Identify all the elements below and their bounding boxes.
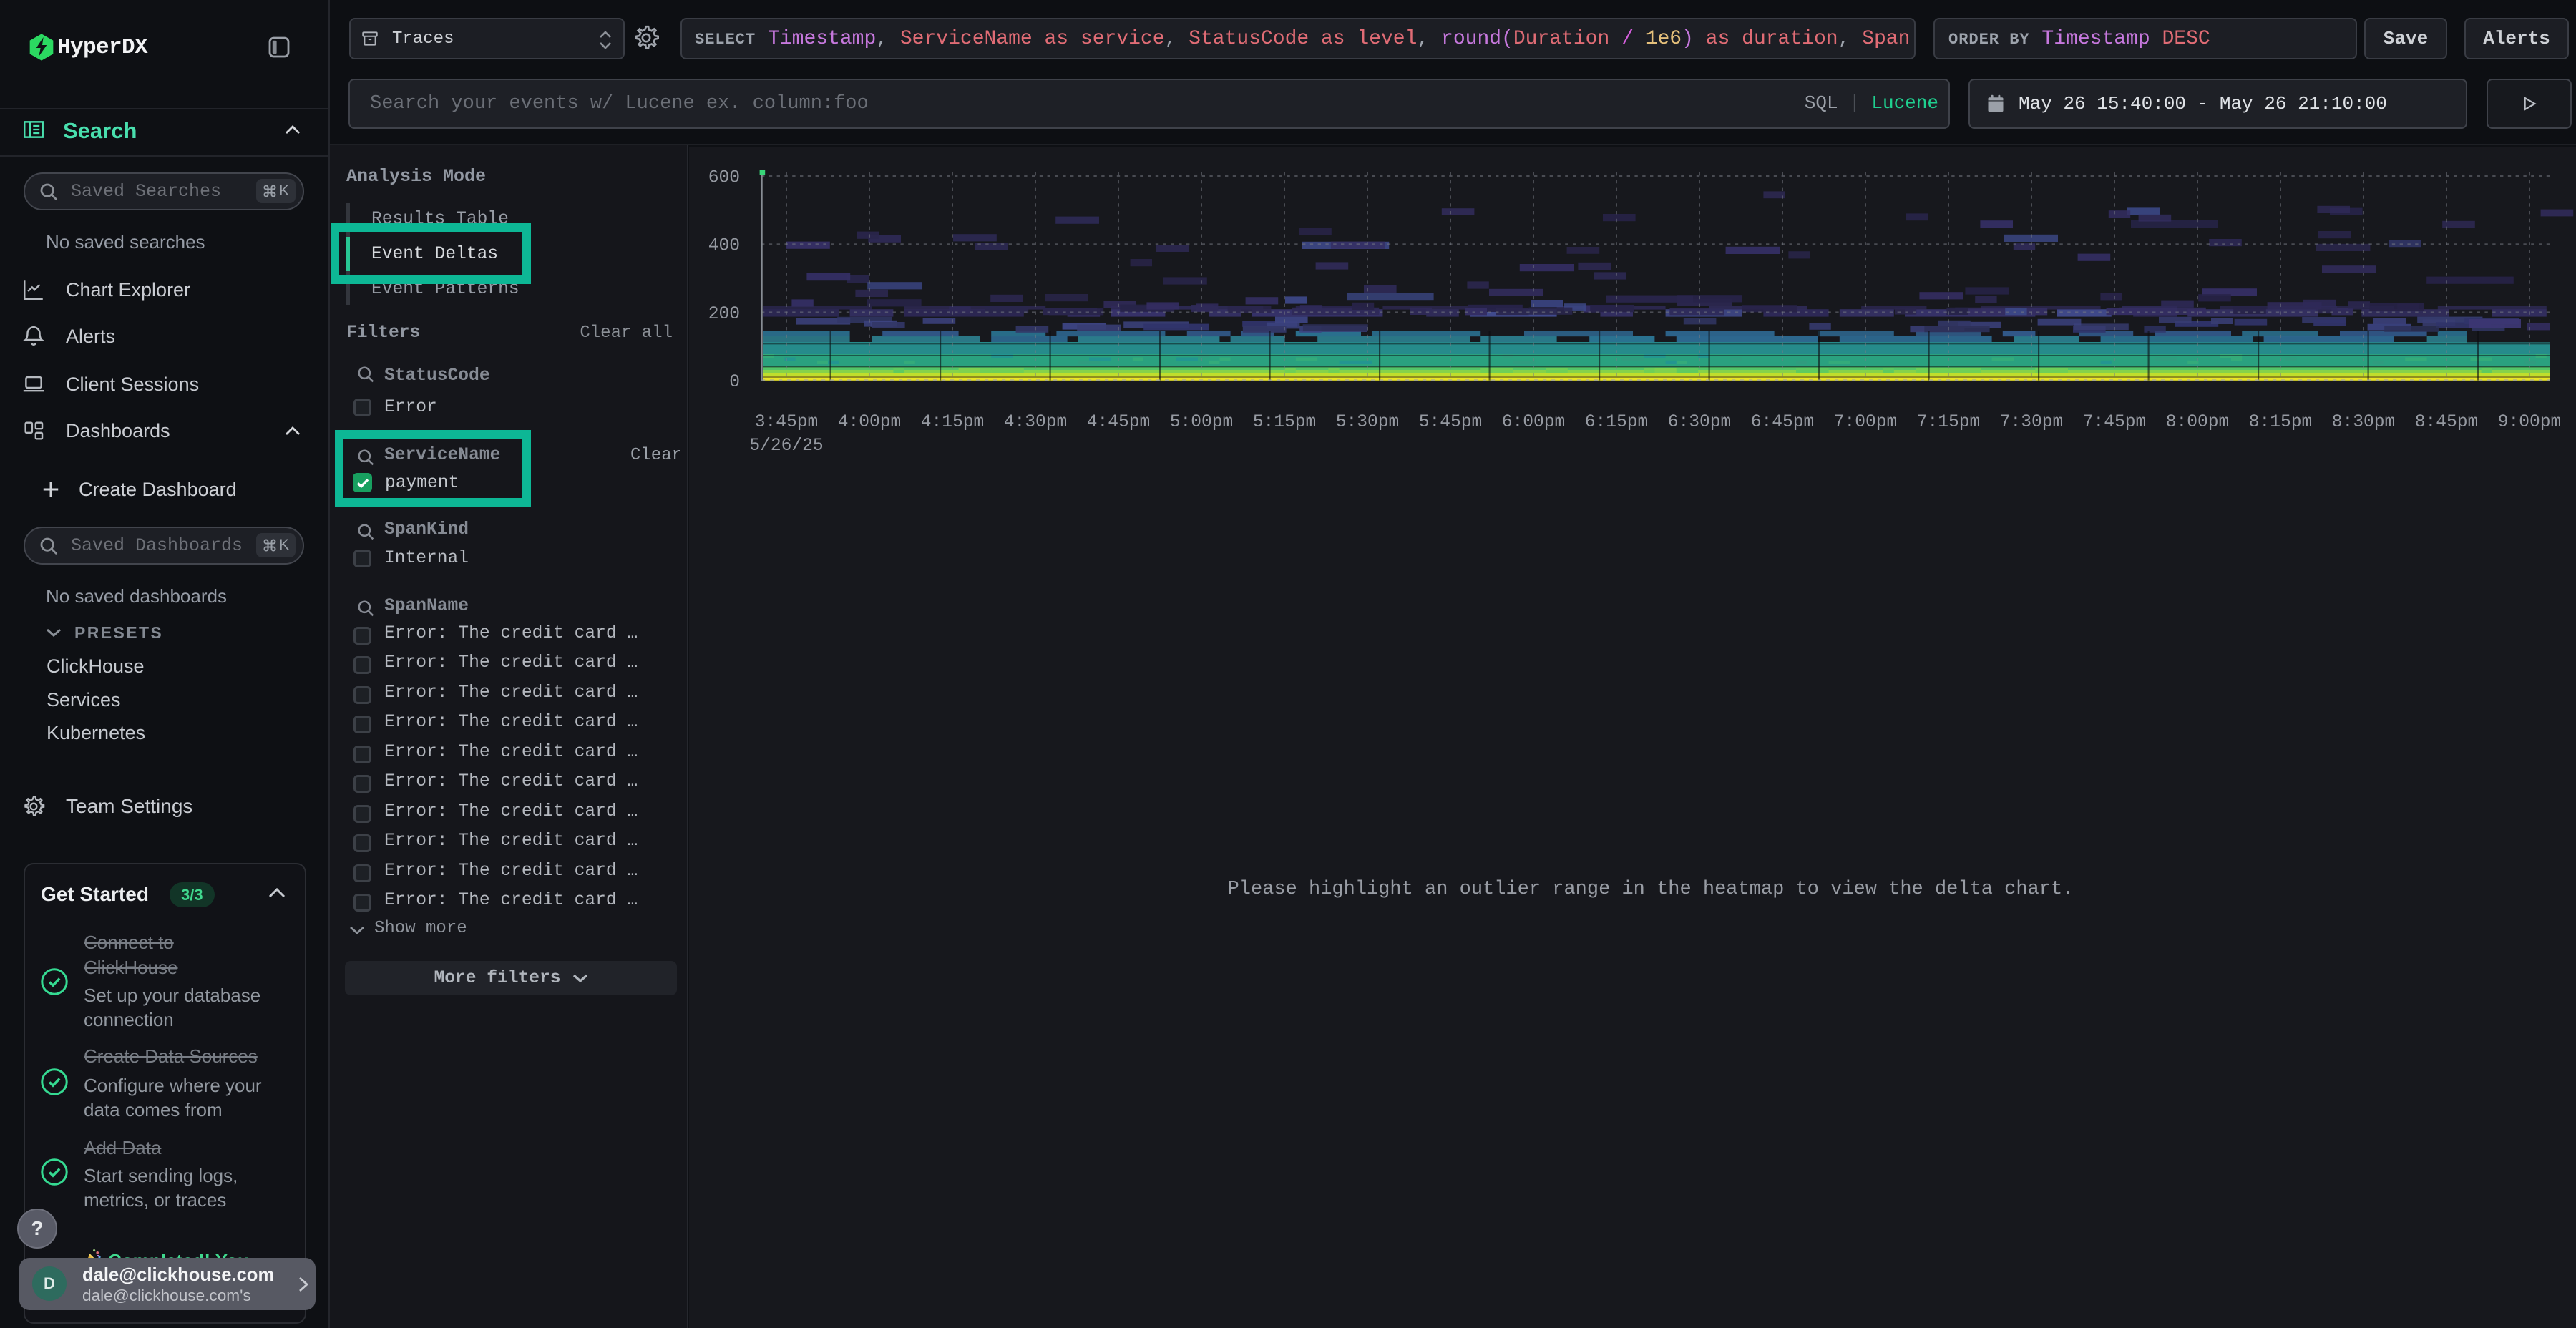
svg-text:4:15pm: 4:15pm — [921, 413, 985, 432]
svg-text:200: 200 — [708, 305, 740, 324]
svg-text:600: 600 — [708, 168, 740, 187]
svg-text:3:45pm: 3:45pm — [755, 413, 819, 432]
svg-text:8:00pm: 8:00pm — [2166, 413, 2230, 432]
svg-text:0: 0 — [729, 373, 740, 392]
svg-text:400: 400 — [708, 237, 740, 256]
svg-text:9:00pm: 9:00pm — [2498, 413, 2562, 432]
svg-text:8:30pm: 8:30pm — [2332, 413, 2396, 432]
svg-text:4:45pm: 4:45pm — [1087, 413, 1151, 432]
svg-text:7:15pm: 7:15pm — [1917, 413, 1981, 432]
svg-text:4:00pm: 4:00pm — [838, 413, 902, 432]
svg-text:5:15pm: 5:15pm — [1253, 413, 1317, 432]
svg-text:8:15pm: 8:15pm — [2249, 413, 2313, 432]
svg-text:7:45pm: 7:45pm — [2083, 413, 2147, 432]
svg-text:7:00pm: 7:00pm — [1834, 413, 1898, 432]
svg-text:7:30pm: 7:30pm — [2000, 413, 2064, 432]
svg-text:6:45pm: 6:45pm — [1751, 413, 1815, 432]
svg-text:6:30pm: 6:30pm — [1668, 413, 1732, 432]
svg-text:5/26/25: 5/26/25 — [749, 436, 823, 456]
svg-text:4:30pm: 4:30pm — [1004, 413, 1068, 432]
svg-text:8:45pm: 8:45pm — [2415, 413, 2479, 432]
svg-text:5:45pm: 5:45pm — [1419, 413, 1483, 432]
svg-text:6:15pm: 6:15pm — [1585, 413, 1649, 432]
svg-text:5:00pm: 5:00pm — [1170, 413, 1234, 432]
svg-text:5:30pm: 5:30pm — [1336, 413, 1400, 432]
svg-text:6:00pm: 6:00pm — [1502, 413, 1566, 432]
